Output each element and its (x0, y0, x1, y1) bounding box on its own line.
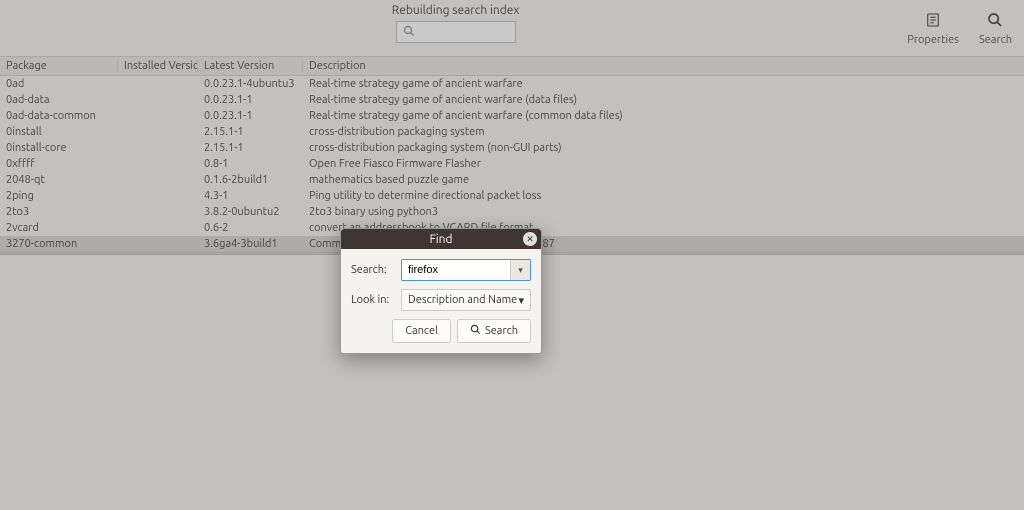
lookin-row: Look in: Description and Name ▾ (351, 289, 531, 311)
chevron-down-icon[interactable]: ▾ (510, 260, 530, 280)
dialog-buttons: Cancel Search (351, 319, 531, 343)
find-dialog-titlebar[interactable]: Find ✕ (341, 229, 541, 249)
cancel-label: Cancel (405, 325, 438, 337)
close-icon[interactable]: ✕ (523, 232, 537, 246)
search-entry-combo[interactable]: ▾ (401, 259, 531, 281)
search-field-label: Search: (351, 264, 395, 276)
chevron-down-icon: ▾ (518, 294, 524, 307)
lookin-value: Description and Name (408, 294, 517, 306)
lookin-field-label: Look in: (351, 294, 395, 306)
search-input[interactable] (402, 260, 510, 280)
search-btn-label: Search (485, 325, 518, 337)
find-dialog-body: Search: ▾ Look in: Description and Name … (341, 249, 541, 353)
search-submit-button[interactable]: Search (457, 319, 531, 343)
search-row: Search: ▾ (351, 259, 531, 281)
find-dialog-title: Find (429, 233, 452, 246)
find-dialog: Find ✕ Search: ▾ Look in: Description an… (340, 228, 542, 354)
lookin-select[interactable]: Description and Name ▾ (401, 289, 531, 311)
search-icon (470, 324, 481, 338)
cancel-button[interactable]: Cancel (392, 319, 451, 343)
